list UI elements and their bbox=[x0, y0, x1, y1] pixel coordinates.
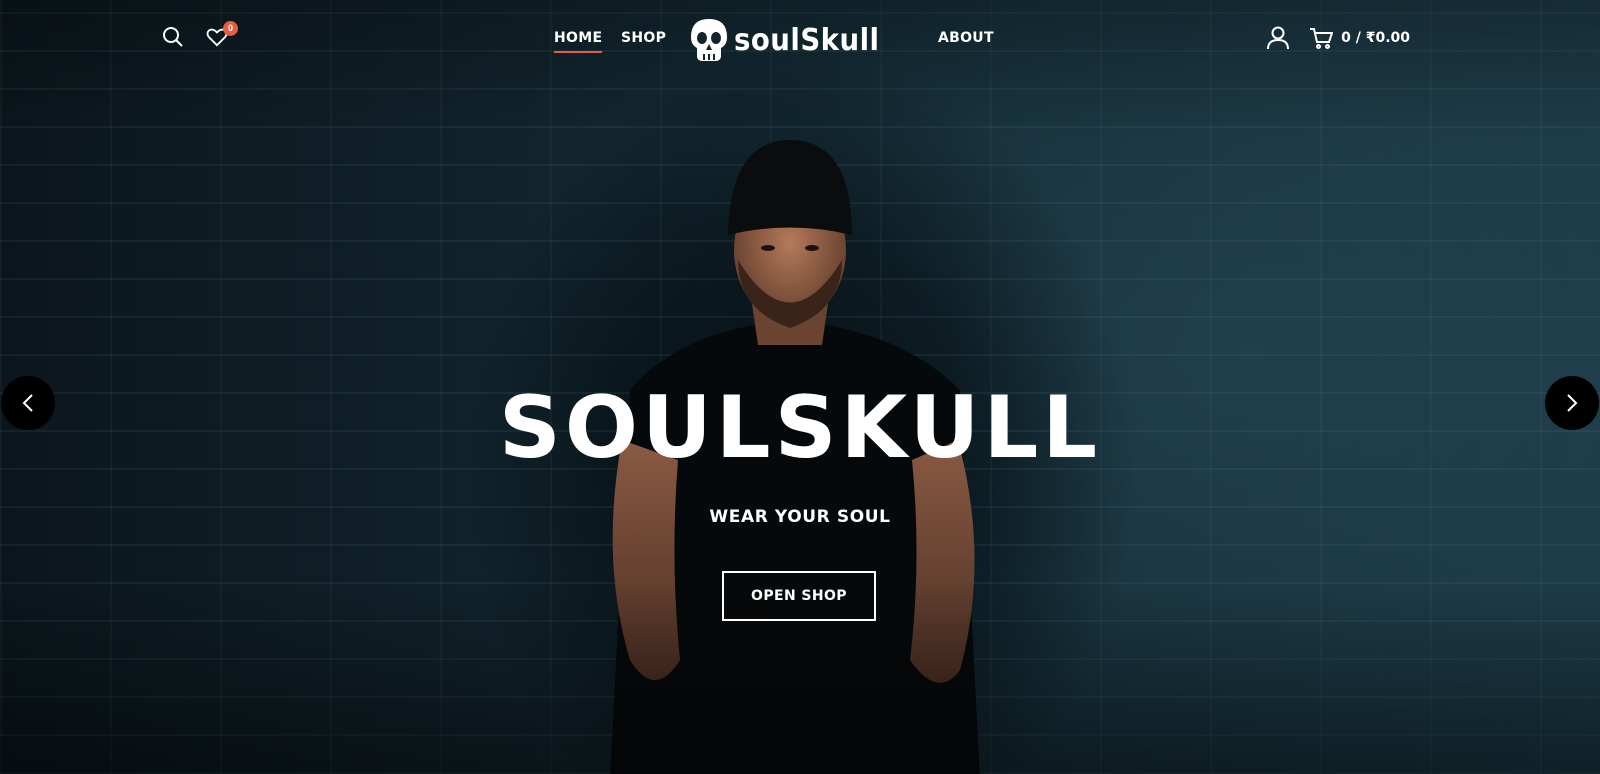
chevron-right-icon bbox=[1567, 394, 1578, 412]
hero-slider: 0 HOME SHOP soulSkull ABOUT 0 / ₹0.00 SO… bbox=[0, 0, 1600, 774]
slider-prev-button[interactable] bbox=[1, 376, 55, 430]
skull-icon bbox=[691, 19, 727, 61]
search-icon[interactable] bbox=[160, 24, 186, 50]
wishlist-button[interactable]: 0 bbox=[204, 21, 238, 50]
user-icon[interactable] bbox=[1265, 25, 1291, 51]
site-logo[interactable]: soulSkull bbox=[690, 14, 910, 66]
cart-icon bbox=[1310, 28, 1334, 49]
cart-button[interactable]: 0 / ₹0.00 bbox=[1309, 27, 1410, 49]
site-header: 0 HOME SHOP soulSkull ABOUT 0 / ₹0.00 bbox=[0, 0, 1600, 78]
header-left-tools: 0 bbox=[160, 21, 238, 50]
cart-summary: 0 / ₹0.00 bbox=[1341, 30, 1410, 46]
nav-about[interactable]: ABOUT bbox=[938, 30, 994, 46]
header-right-tools: 0 / ₹0.00 bbox=[1265, 25, 1410, 51]
nav-home[interactable]: HOME bbox=[554, 30, 603, 53]
nav-shop[interactable]: SHOP bbox=[621, 30, 666, 46]
hero-subtitle: WEAR YOUR SOUL bbox=[709, 507, 891, 527]
wishlist-count-badge: 0 bbox=[223, 21, 238, 36]
hero-title: SOULSKULL bbox=[498, 378, 1102, 478]
chevron-left-icon bbox=[22, 394, 33, 412]
slider-next-button[interactable] bbox=[1545, 376, 1599, 430]
logo-wordmark: soulSkull bbox=[734, 22, 880, 58]
open-shop-button[interactable]: OPEN SHOP bbox=[722, 571, 876, 621]
